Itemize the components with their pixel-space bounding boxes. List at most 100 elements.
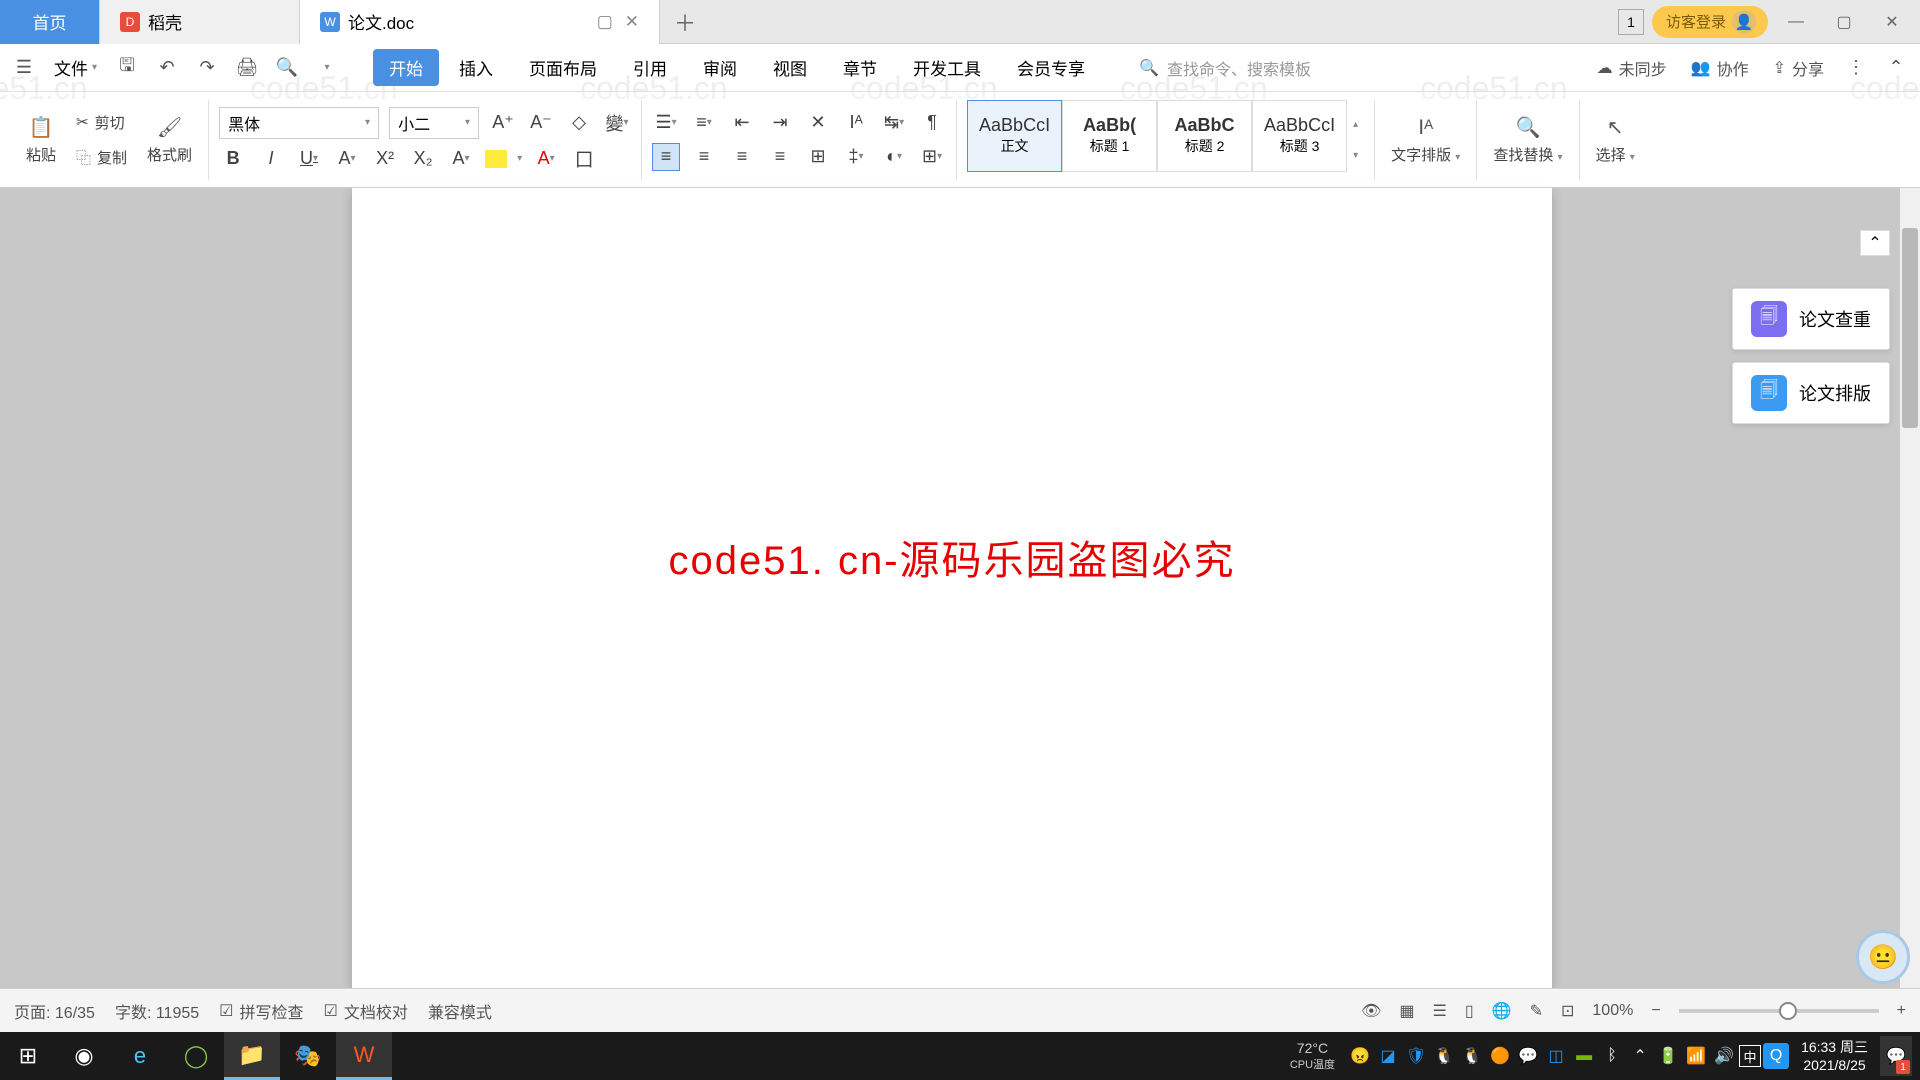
- doc-check-button[interactable]: ☑文档校对: [324, 999, 408, 1023]
- word-count[interactable]: 字数: 11955: [115, 999, 199, 1023]
- grow-font-icon[interactable]: A⁺: [489, 109, 517, 137]
- paragraph-icon[interactable]: ¶: [918, 109, 946, 137]
- collapse-ribbon-icon[interactable]: ⌃: [1878, 50, 1914, 86]
- undo-icon[interactable]: ↶: [149, 50, 185, 86]
- zoom-in-button[interactable]: +: [1897, 1002, 1906, 1020]
- document-page[interactable]: code51. cn-源码乐园盗图必究: [352, 188, 1552, 1032]
- paper-format-button[interactable]: 🗐 论文排版: [1732, 362, 1890, 424]
- distribute-icon[interactable]: ⊞: [804, 143, 832, 171]
- shrink-font-icon[interactable]: A⁻: [527, 109, 555, 137]
- menu-tab-insert[interactable]: 插入: [443, 49, 509, 86]
- tab-daoke[interactable]: D 稻壳: [100, 0, 300, 44]
- tray-icon-2[interactable]: ◪: [1375, 1043, 1401, 1069]
- style-heading3[interactable]: AaBbCcI 标题 3: [1252, 100, 1347, 172]
- print-preview-icon[interactable]: 🔍: [269, 50, 305, 86]
- tab-active-doc[interactable]: W 论文.doc ▢ ✕: [300, 0, 660, 44]
- web-icon[interactable]: 🌐: [1492, 1001, 1512, 1021]
- bold-button[interactable]: B: [219, 145, 247, 173]
- borders-icon[interactable]: ⊞▾: [918, 143, 946, 171]
- menu-tab-member[interactable]: 会员专享: [1001, 49, 1101, 86]
- menu-icon[interactable]: ☰: [6, 50, 42, 86]
- superscript-button[interactable]: X²: [371, 145, 399, 173]
- tray-icon-7[interactable]: 💬: [1515, 1043, 1541, 1069]
- side-collapse-icon[interactable]: ⌃: [1860, 230, 1890, 256]
- tray-icon-4[interactable]: 🐧: [1431, 1043, 1457, 1069]
- bluetooth-icon[interactable]: ᛒ: [1599, 1043, 1625, 1069]
- vertical-scrollbar[interactable]: [1900, 188, 1920, 1032]
- more-icon[interactable]: ⋮: [1838, 50, 1874, 86]
- task-explorer[interactable]: 📁: [224, 1032, 280, 1080]
- close-button[interactable]: ✕: [1872, 2, 1912, 42]
- menu-tab-view[interactable]: 视图: [757, 49, 823, 86]
- menu-tab-reference[interactable]: 引用: [617, 49, 683, 86]
- view-reading-icon[interactable]: ▯: [1465, 1001, 1474, 1021]
- redo-icon[interactable]: ↷: [189, 50, 225, 86]
- bullets-icon[interactable]: ☰▾: [652, 109, 680, 137]
- char-border-icon[interactable]: 囗: [570, 145, 598, 173]
- volume-icon[interactable]: 🔊: [1711, 1043, 1737, 1069]
- tray-icon-8[interactable]: ◫: [1543, 1043, 1569, 1069]
- find-replace-button[interactable]: 🔍 查找替换 ▾: [1487, 115, 1568, 165]
- sort-icon[interactable]: Ⅰᴬ: [842, 109, 870, 137]
- task-ie[interactable]: e: [112, 1032, 168, 1080]
- tab-home[interactable]: 首页: [0, 0, 100, 44]
- clock[interactable]: 16:33 周三 2021/8/25: [1791, 1038, 1878, 1074]
- align-center-icon[interactable]: ≡: [690, 143, 718, 171]
- save-icon[interactable]: 🖫: [109, 50, 145, 86]
- text-direction-icon[interactable]: ✕: [804, 109, 832, 137]
- paste-button[interactable]: 📋 粘贴: [20, 115, 62, 165]
- zoom-value[interactable]: 100%: [1592, 1002, 1633, 1020]
- menu-tab-chapter[interactable]: 章节: [827, 49, 893, 86]
- battery-icon[interactable]: 🔋: [1655, 1043, 1681, 1069]
- align-justify-icon[interactable]: ≡: [766, 143, 794, 171]
- assistant-button[interactable]: 😐: [1856, 930, 1910, 984]
- sync-status[interactable]: ☁未同步: [1587, 56, 1677, 80]
- line-spacing-extra-icon[interactable]: ↹▾: [880, 109, 908, 137]
- tab-close-icon[interactable]: ✕: [625, 12, 639, 32]
- maximize-button[interactable]: ▢: [1824, 2, 1864, 42]
- decrease-indent-icon[interactable]: ⇤: [728, 109, 756, 137]
- notification-center[interactable]: 💬1: [1880, 1036, 1912, 1076]
- minimize-button[interactable]: —: [1776, 2, 1816, 42]
- page-indicator[interactable]: 页面: 16/35: [14, 999, 95, 1023]
- fit-icon[interactable]: ⊡: [1561, 1001, 1574, 1021]
- copy-button[interactable]: ⿻复制: [72, 145, 131, 170]
- text-layout-button[interactable]: Ⅰᴬ 文字排版 ▾: [1385, 115, 1466, 165]
- text-effect-button[interactable]: A▾: [447, 145, 475, 173]
- guest-login-button[interactable]: 访客登录 👤: [1652, 6, 1768, 38]
- font-color-button[interactable]: A▾: [532, 145, 560, 173]
- styles-more-icon[interactable]: ▾: [1353, 150, 1358, 161]
- task-browser[interactable]: ◯: [168, 1032, 224, 1080]
- eye-icon[interactable]: 👁: [1361, 1001, 1381, 1021]
- clear-format-icon[interactable]: ◇: [565, 109, 593, 137]
- tray-icon-q[interactable]: Q: [1763, 1043, 1789, 1069]
- shading-icon[interactable]: ◐▾: [880, 143, 908, 171]
- menu-tab-review[interactable]: 审阅: [687, 49, 753, 86]
- underline-button[interactable]: U▾: [295, 145, 323, 173]
- tray-icon-3[interactable]: 🛡: [1403, 1043, 1429, 1069]
- ime-indicator[interactable]: 中: [1739, 1045, 1761, 1067]
- font-size-select[interactable]: 小二▾: [389, 107, 479, 139]
- task-app-2[interactable]: 🎭: [280, 1032, 336, 1080]
- tray-icon-6[interactable]: 🟠: [1487, 1043, 1513, 1069]
- scroll-thumb[interactable]: [1902, 228, 1918, 428]
- zoom-out-button[interactable]: −: [1651, 1002, 1660, 1020]
- subscript-button[interactable]: X₂: [409, 145, 437, 173]
- spell-check-button[interactable]: ☑拼写检查: [219, 999, 303, 1023]
- select-button[interactable]: ↖ 选择 ▾: [1590, 115, 1641, 165]
- tray-icon-1[interactable]: 😠: [1347, 1043, 1373, 1069]
- phonetic-icon[interactable]: 變▾: [603, 109, 631, 137]
- increase-indent-icon[interactable]: ⇥: [766, 109, 794, 137]
- tray-icon-5[interactable]: 🐧: [1459, 1043, 1485, 1069]
- view-page-icon[interactable]: ▦: [1399, 1001, 1414, 1021]
- style-heading2[interactable]: AaBbC 标题 2: [1157, 100, 1252, 172]
- style-body[interactable]: AaBbCcI 正文: [967, 100, 1062, 172]
- print-icon[interactable]: 🖨: [229, 50, 265, 86]
- align-left-icon[interactable]: ≡: [652, 143, 680, 171]
- numbering-icon[interactable]: ≡▾: [690, 109, 718, 137]
- menu-tab-devtools[interactable]: 开发工具: [897, 49, 997, 86]
- line-spacing-icon[interactable]: ‡▾: [842, 143, 870, 171]
- highlight-button[interactable]: [485, 150, 507, 168]
- zoom-slider[interactable]: [1679, 1009, 1879, 1013]
- style-heading1[interactable]: AaBb( 标题 1: [1062, 100, 1157, 172]
